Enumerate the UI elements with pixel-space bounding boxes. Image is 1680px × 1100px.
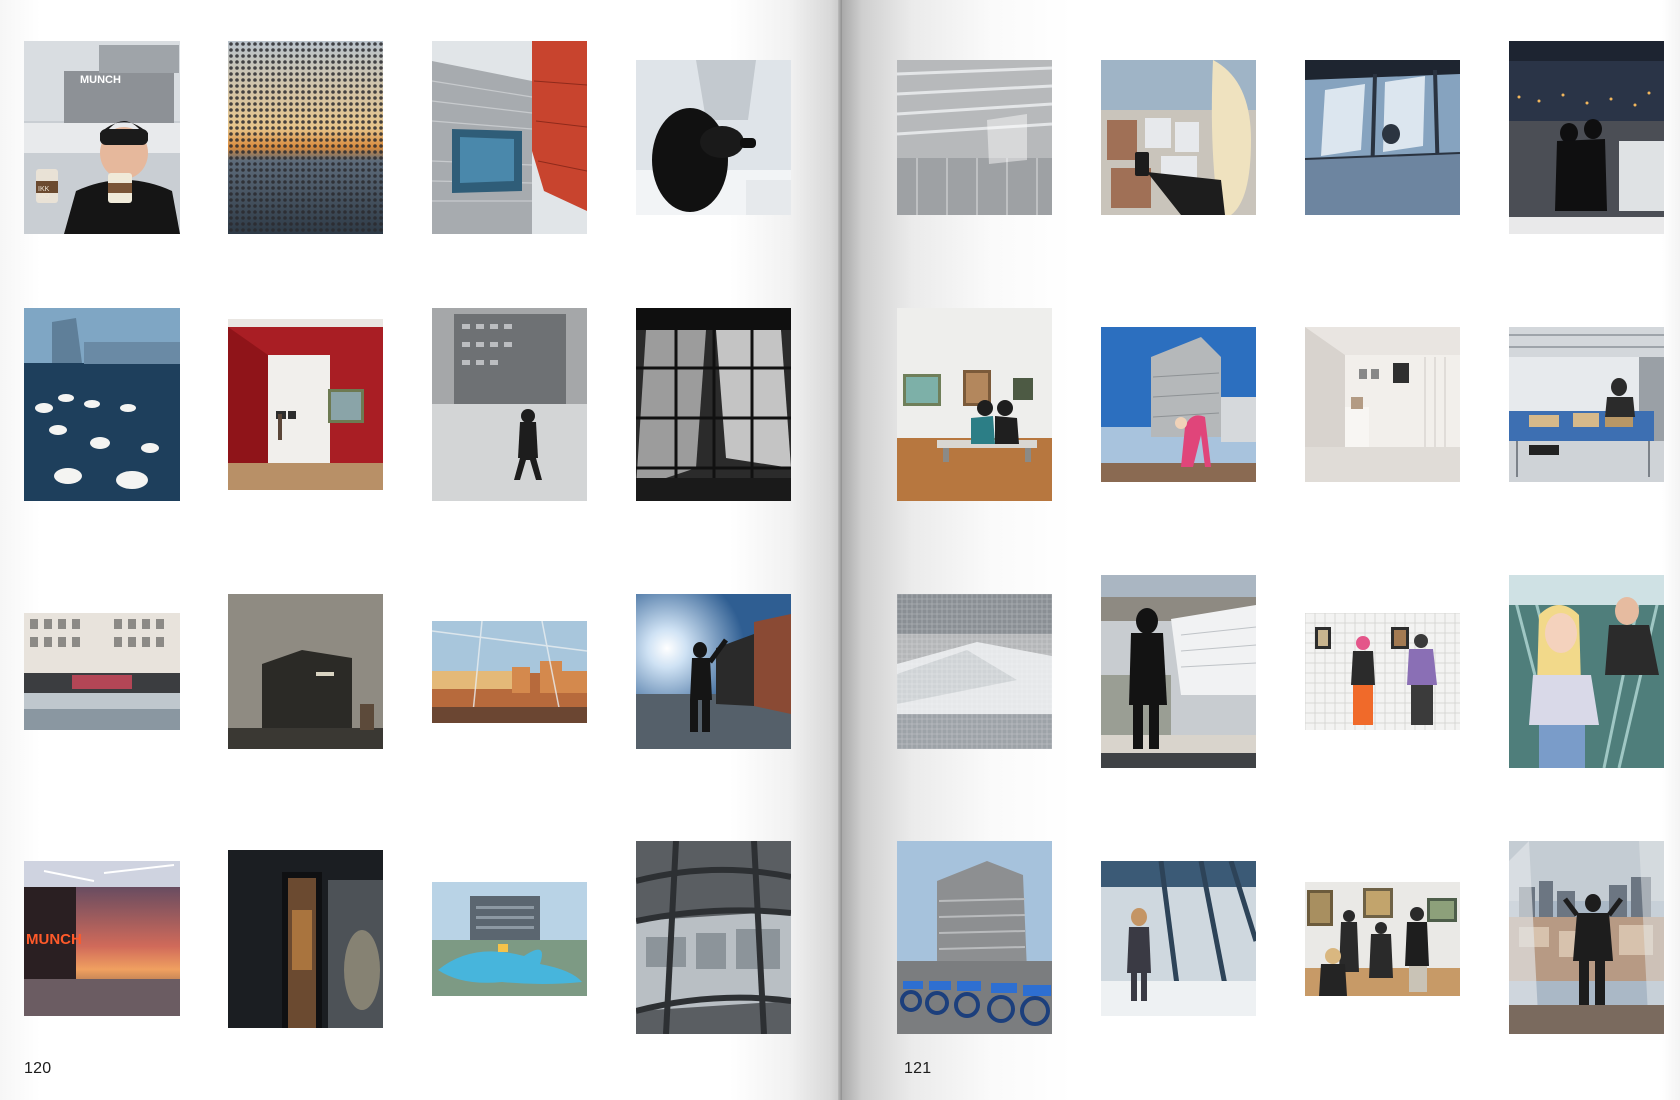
couple-night-window-photo (1509, 41, 1664, 234)
woman-with-coffee-munch-photo: MUNCH IKK MO (24, 41, 180, 234)
munch-neon-sign: MUNCH (26, 931, 82, 948)
window-shadows-photo (1305, 60, 1460, 215)
cup-text: IKK MO (38, 186, 50, 200)
woman-at-window-photo (1101, 861, 1256, 1016)
book-spread: MUNCH IKK MO MUNCH 120 121 (0, 0, 1680, 1100)
inflatable-blue-dolphin-photo (432, 882, 587, 996)
silhouette-sun-flare-photo (636, 594, 791, 749)
couple-bench-gallery-photo (897, 308, 1052, 501)
conservation-studio-photo (1509, 327, 1664, 482)
museum-bikes-photo (897, 841, 1052, 1034)
right-page: 121 (842, 0, 1680, 1100)
foggy-museum-walker-photo (432, 308, 587, 501)
dark-museum-tower-photo (228, 594, 383, 749)
phone-photo-city-view-photo (1101, 60, 1256, 215)
dark-doorway-artwork-photo (228, 850, 383, 1028)
graffiti-waterfront-building-photo (24, 613, 180, 730)
opera-house-through-mesh-photo (897, 594, 1052, 749)
page-number-left: 120 (24, 1060, 52, 1077)
left-page: MUNCH IKK MO MUNCH 120 (0, 0, 842, 1100)
white-gallery-pedestal-photo (1305, 327, 1460, 482)
window-city-view-photo (432, 621, 587, 723)
stretching-woman-terrace-photo (1101, 327, 1256, 482)
black-poodle-snow-photo (636, 60, 791, 215)
red-gallery-room-photo (228, 319, 383, 490)
man-on-rooftop-view-photo (1509, 841, 1664, 1034)
louvre-facade-detail-photo (897, 60, 1052, 215)
window-grid-harbour-photo (636, 841, 791, 1034)
perforated-facade-sunset-photo (228, 41, 383, 234)
page-number-right: 121 (904, 1060, 932, 1077)
visitors-viewing-paintings-photo (1305, 882, 1460, 996)
munch-neon-sunset-photo: MUNCH (24, 861, 180, 1016)
swans-fjord-photo (24, 308, 180, 501)
glass-atrium-bw-photo (636, 308, 791, 501)
person-overlooking-city-photo (1101, 575, 1256, 768)
munch-sign: MUNCH (80, 74, 121, 86)
gallery-visitors-tiles-photo (1305, 613, 1460, 730)
facade-window-balcony-photo (432, 41, 587, 234)
escalator-selfie-photo (1509, 575, 1664, 768)
